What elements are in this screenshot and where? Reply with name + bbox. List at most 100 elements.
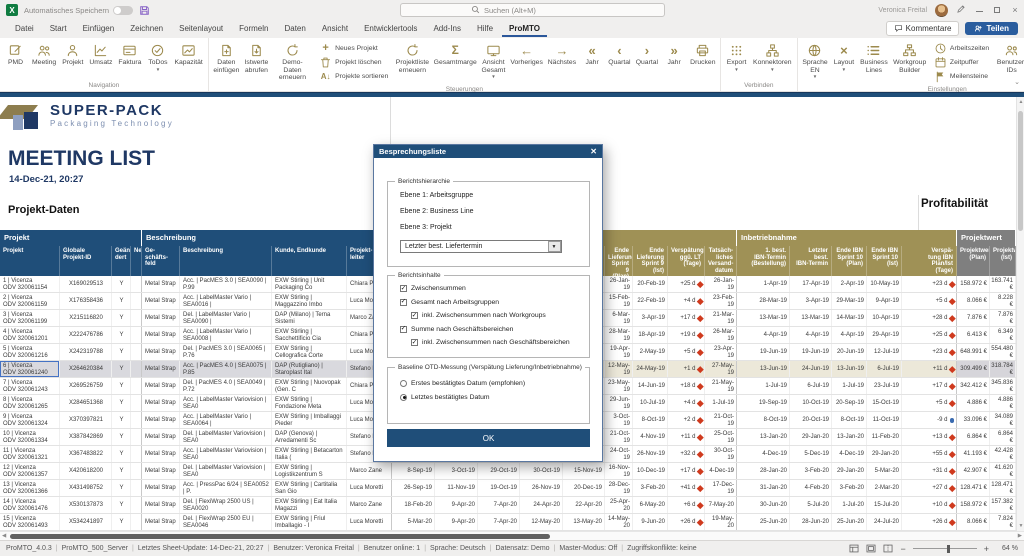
- cell-delay2[interactable]: +13 d: [902, 429, 957, 445]
- cell-neu[interactable]: [131, 497, 142, 513]
- cell-i3[interactable]: 1-Jul-20: [832, 497, 867, 513]
- cell-m0[interactable]: 26-Sep-19: [392, 480, 435, 496]
- cell-i2[interactable]: 20-Oct-19: [790, 412, 832, 428]
- cell-vplan[interactable]: 128.471 €: [957, 480, 990, 496]
- column-header[interactable]: 1. best. IBN-Termin (Bestellung): [737, 246, 790, 276]
- chevron-down-icon[interactable]: ▼: [547, 241, 561, 252]
- cell-changed[interactable]: Y: [112, 395, 131, 411]
- cell-i3[interactable]: 13-Jan-20: [832, 429, 867, 445]
- cell-vplan[interactable]: 648.991 €: [957, 344, 990, 360]
- cell-d2[interactable]: 26-Nov-19: [633, 446, 668, 462]
- cell-leader[interactable]: Luca Moretti: [347, 480, 392, 496]
- cell-i4[interactable]: 12-Jul-19: [867, 344, 902, 360]
- cell-m3[interactable]: 12-May-20: [520, 514, 563, 530]
- cell-desc[interactable]: Del. | PacMES 4.0 | SEA0049 | P.72: [180, 378, 272, 394]
- ribbon-button-sprache-en[interactable]: Sprache EN ▼: [800, 40, 831, 85]
- cell-i3[interactable]: 2-Apr-19: [832, 276, 867, 292]
- cell-i4[interactable]: 9-Apr-19: [867, 293, 902, 309]
- cell-m2[interactable]: 7-Apr-20: [478, 497, 520, 513]
- cell-d2[interactable]: 20-Feb-19: [633, 276, 668, 292]
- cell-delay2[interactable]: +5 d: [902, 293, 957, 309]
- cell-desc[interactable]: Del. | FlexiWrap 2500 EU | SEA0046: [180, 514, 272, 530]
- scroll-left-icon[interactable]: ◀: [2, 533, 6, 539]
- menu-tab-start[interactable]: Start: [43, 21, 74, 37]
- column-header[interactable]: Neu: [131, 246, 142, 276]
- cell-i1[interactable]: 1-Apr-19: [737, 276, 790, 292]
- zoom-slider-thumb[interactable]: [946, 544, 950, 553]
- cell-projekt[interactable]: 6 | Vicenza ODV 320061240: [0, 361, 60, 377]
- horizontal-scrollbar[interactable]: ◀ ▶: [0, 531, 1024, 540]
- cell-field[interactable]: Metal Strap: [142, 497, 180, 513]
- cell-d2[interactable]: 6-May-20: [633, 497, 668, 513]
- cell-m1[interactable]: 9-Apr-20: [435, 497, 478, 513]
- zoom-out-button[interactable]: −: [900, 544, 905, 554]
- checkbox-summe-nach-geschäftsbereichen[interactable]: ✓ Summe nach Geschäftsbereichen: [400, 325, 581, 333]
- cell-i3[interactable]: 4-Dec-19: [832, 446, 867, 462]
- ribbon-button-jahr[interactable]: » Jahr: [661, 40, 688, 85]
- cell-i2[interactable]: 5-Dec-19: [790, 446, 832, 462]
- column-header[interactable]: Ende Lieferung Sprint 9 (Ist): [633, 246, 668, 276]
- cell-i4[interactable]: 5-Mar-20: [867, 463, 902, 479]
- cell-vplan[interactable]: 158.972 €: [957, 497, 990, 513]
- cell-desc[interactable]: Acc. | PressPac 6/24 | SEA0052 | P.: [180, 480, 272, 496]
- cell-vplan[interactable]: 42.907 €: [957, 463, 990, 479]
- cell-vist[interactable]: 7.824 €: [990, 514, 1016, 530]
- cell-i1[interactable]: 13-Jun-19: [737, 361, 790, 377]
- cell-m2[interactable]: 29-Oct-19: [478, 463, 520, 479]
- ok-button[interactable]: OK: [387, 429, 590, 447]
- cell-i3[interactable]: 13-Jun-19: [832, 361, 867, 377]
- zoom-in-button[interactable]: +: [984, 544, 989, 554]
- cell-gid[interactable]: X222476786: [60, 327, 112, 343]
- cell-changed[interactable]: Y: [112, 310, 131, 326]
- cell-customer[interactable]: EXW Stirling | Eat Italia Magazzi: [272, 497, 347, 513]
- cell-gid[interactable]: X530137873: [60, 497, 112, 513]
- table-row[interactable]: 15 | Vicenza ODV 320061493 X534241897 Y Met…: [0, 514, 1016, 531]
- column-header[interactable]: Verspätung ggü. LT (Tage): [668, 246, 705, 276]
- vertical-scrollbar[interactable]: ▲ ▼: [1016, 97, 1024, 531]
- cell-d1[interactable]: 23-May-19: [605, 378, 633, 394]
- cell-i4[interactable]: 11-Oct-19: [867, 412, 902, 428]
- cell-desc[interactable]: Del. | FlexiWrap 2500 US | SEA0020: [180, 497, 272, 513]
- cell-m2[interactable]: 7-Apr-20: [478, 514, 520, 530]
- scroll-right-icon[interactable]: ▶: [1018, 533, 1022, 539]
- cell-i1[interactable]: 19-Jun-19: [737, 344, 790, 360]
- cell-i4[interactable]: 15-Oct-19: [867, 395, 902, 411]
- cell-delay1[interactable]: +18 d: [668, 378, 705, 394]
- cell-d1[interactable]: 6-Mar-19: [605, 310, 633, 326]
- cell-d1[interactable]: 28-Dec-19: [605, 480, 633, 496]
- cell-field[interactable]: Metal Strap: [142, 327, 180, 343]
- cell-neu[interactable]: [131, 361, 142, 377]
- cell-gid[interactable]: X431498752: [60, 480, 112, 496]
- radio-letztes-bestätigtes-datum[interactable]: Letztes bestätigtes Datum: [400, 393, 581, 401]
- ribbon-button-istwerte-abrufen[interactable]: Istwerte abrufen: [242, 40, 271, 85]
- cell-delay1[interactable]: +2 d: [668, 412, 705, 428]
- column-header[interactable]: Tatsäch- liches Versand- datum: [705, 246, 737, 276]
- cell-field[interactable]: Metal Strap: [142, 463, 180, 479]
- ribbon-button-layout[interactable]: × Layout ▼: [830, 40, 857, 85]
- cell-desc[interactable]: Acc. | LabelMaster Variovision | SEA0: [180, 395, 272, 411]
- cell-desc[interactable]: Acc. | LabelMaster Vario | SEA0016 |: [180, 293, 272, 309]
- cell-leader[interactable]: Marco Zane: [347, 497, 392, 513]
- cell-d1[interactable]: 3-Oct-19: [605, 412, 633, 428]
- autosave-toggle[interactable]: Automatisches Speichern: [24, 5, 134, 15]
- column-header[interactable]: Projektwert (Plan): [957, 246, 990, 276]
- cell-neu[interactable]: [131, 344, 142, 360]
- cell-d1[interactable]: 29-Jun-19: [605, 395, 633, 411]
- cell-changed[interactable]: Y: [112, 497, 131, 513]
- ribbon-button-kapazität[interactable]: Kapazität: [171, 40, 205, 81]
- cell-delay1[interactable]: +26 d: [668, 514, 705, 530]
- cell-delay1[interactable]: +4 d: [668, 293, 705, 309]
- cell-i2[interactable]: 4-Apr-19: [790, 327, 832, 343]
- menu-tab-ansicht[interactable]: Ansicht: [315, 21, 355, 37]
- cell-delay1[interactable]: +6 d: [668, 497, 705, 513]
- cell-vist[interactable]: 42.428 €: [990, 446, 1016, 462]
- cell-customer[interactable]: EXW Stirling | Unit Packaging Co: [272, 276, 347, 292]
- cell-m0[interactable]: 5-Mar-20: [392, 514, 435, 530]
- cell-delay1[interactable]: +17 d: [668, 463, 705, 479]
- cell-vist[interactable]: 554.480 €: [990, 344, 1016, 360]
- cell-vist[interactable]: 318.784 €: [990, 361, 1016, 377]
- menu-tab-zeichnen[interactable]: Zeichnen: [123, 21, 170, 37]
- share-button[interactable]: Teilen: [965, 22, 1018, 35]
- cell-vist[interactable]: 157.382 €: [990, 497, 1016, 513]
- cell-delay1[interactable]: +11 d: [668, 429, 705, 445]
